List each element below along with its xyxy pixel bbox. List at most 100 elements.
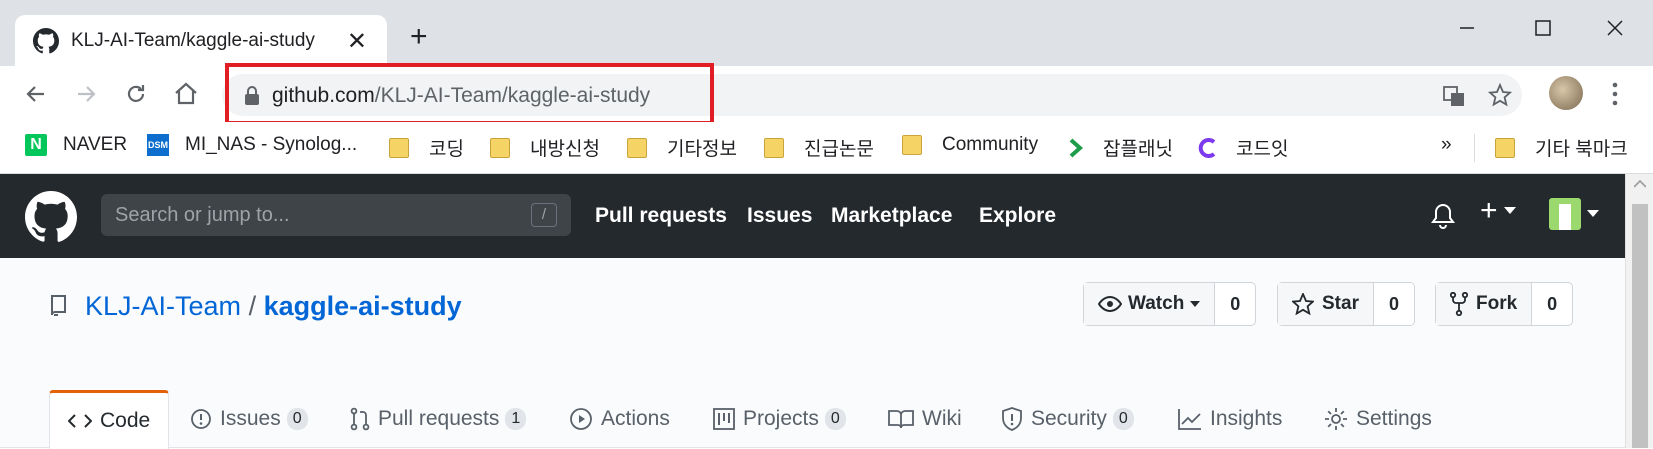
- bookmark-jingeup[interactable]: 진급논문: [764, 134, 874, 161]
- github-search-input[interactable]: Search or jump to... /: [101, 194, 571, 236]
- repo-owner-link[interactable]: KLJ-AI-Team: [85, 291, 241, 321]
- shield-icon: [1002, 407, 1022, 431]
- nav-pull-requests[interactable]: Pull requests: [595, 204, 727, 228]
- user-avatar: [1549, 198, 1581, 230]
- watch-label: Watch: [1128, 293, 1185, 314]
- tab-insights[interactable]: Insights: [1178, 390, 1282, 448]
- forward-button[interactable]: [66, 66, 106, 122]
- graph-icon: [1178, 409, 1201, 430]
- tab-label: Wiki: [922, 407, 962, 430]
- folder-icon: [627, 137, 647, 158]
- create-new-dropdown[interactable]: +: [1480, 196, 1516, 226]
- tab-security[interactable]: Security 0: [1001, 390, 1134, 448]
- issue-icon: [191, 409, 211, 429]
- nav-explore[interactable]: Explore: [979, 204, 1056, 228]
- bookmark-gitajeongbo[interactable]: 기타정보: [627, 134, 737, 161]
- jobplanet-icon: [1069, 138, 1084, 157]
- browser-titlebar: KLJ-AI-Team/kaggle-ai-study ✕ +: [0, 0, 1653, 66]
- repo-title: KLJ-AI-Team / kaggle-ai-study: [85, 291, 462, 322]
- bookmark-community[interactable]: Community: [902, 134, 1038, 156]
- user-menu-dropdown[interactable]: [1549, 198, 1599, 230]
- tab-issues[interactable]: Issues 0: [190, 390, 308, 448]
- bookmark-label: NAVER: [63, 134, 128, 155]
- folder-icon: [490, 137, 510, 158]
- reload-button[interactable]: [116, 66, 156, 122]
- tab-close-button[interactable]: ✕: [347, 27, 367, 56]
- notification-bell-icon[interactable]: [1430, 202, 1456, 230]
- tab-title: KLJ-AI-Team/kaggle-ai-study: [71, 29, 315, 51]
- tab-code[interactable]: Code: [49, 390, 170, 449]
- bookmark-star-icon[interactable]: [1488, 83, 1512, 107]
- book-icon: [888, 410, 914, 429]
- bookmarks-overflow-button[interactable]: »: [1441, 134, 1452, 156]
- tab-label: Code: [100, 409, 151, 432]
- nav-marketplace[interactable]: Marketplace: [831, 204, 952, 228]
- watch-group: Watch 0: [1083, 282, 1257, 326]
- bookmark-coding[interactable]: 코딩: [389, 134, 464, 161]
- star-label: Star: [1322, 293, 1359, 314]
- projects-count-badge: 0: [824, 408, 846, 430]
- profile-avatar[interactable]: [1549, 76, 1583, 110]
- tab-settings[interactable]: Settings: [1324, 390, 1432, 448]
- other-bookmarks[interactable]: 기타 북마크: [1495, 134, 1628, 161]
- repo-tabs: Code Issues 0 Pull requests 1 Actions Pr…: [0, 390, 1625, 449]
- caret-down-icon: [1503, 207, 1516, 214]
- close-window-button[interactable]: [1585, 8, 1645, 48]
- tab-actions[interactable]: Actions: [569, 390, 670, 448]
- minimize-button[interactable]: [1437, 8, 1497, 48]
- pr-count-badge: 1: [505, 408, 527, 430]
- bookmark-naver[interactable]: N NAVER: [25, 134, 127, 156]
- tab-label: Settings: [1356, 407, 1432, 430]
- watch-count[interactable]: 0: [1215, 283, 1255, 325]
- bookmark-mi-nas[interactable]: DSM MI_NAS - Synolog...: [147, 134, 357, 156]
- home-button[interactable]: [166, 66, 206, 122]
- search-shortcut-key: /: [531, 203, 557, 227]
- tab-label: Actions: [601, 407, 670, 430]
- github-logo-icon[interactable]: [25, 191, 77, 243]
- maximize-button[interactable]: [1513, 8, 1573, 48]
- bookmark-divider: [1474, 134, 1475, 162]
- tab-wiki[interactable]: Wiki: [888, 390, 962, 448]
- repo-header: KLJ-AI-Team / kaggle-ai-study Watch 0 St…: [0, 258, 1625, 449]
- repo-name-link[interactable]: kaggle-ai-study: [264, 291, 462, 321]
- scroll-up-icon[interactable]: [1634, 180, 1646, 188]
- scrollbar-thumb[interactable]: [1632, 204, 1648, 448]
- tab-label: Issues: [220, 407, 281, 430]
- bookmark-label: Community: [942, 134, 1039, 155]
- github-favicon-icon: [33, 27, 59, 53]
- bookmark-label: 코드잇: [1236, 139, 1289, 160]
- plus-icon: +: [1480, 194, 1498, 227]
- new-tab-button[interactable]: +: [410, 22, 428, 52]
- home-icon: [175, 82, 197, 105]
- reload-icon: [127, 85, 145, 102]
- minimize-icon: [1460, 27, 1474, 29]
- watch-button[interactable]: Watch: [1084, 283, 1216, 325]
- star-group: Star 0: [1277, 282, 1415, 326]
- star-icon: [1292, 293, 1314, 315]
- translate-icon[interactable]: [1442, 84, 1466, 108]
- security-count-badge: 0: [1112, 408, 1134, 430]
- bookmark-label: 내방신청: [530, 139, 600, 160]
- nav-issues[interactable]: Issues: [747, 204, 812, 228]
- tab-pull-requests[interactable]: Pull requests 1: [350, 390, 527, 448]
- code-icon: [68, 414, 92, 428]
- maximize-icon: [1535, 20, 1551, 36]
- bookmark-label: 진급논문: [804, 139, 874, 160]
- bookmark-codeit[interactable]: 코드잇: [1198, 134, 1288, 161]
- forward-arrow-icon: [78, 86, 96, 102]
- play-icon: [570, 408, 592, 430]
- fork-button[interactable]: Fork: [1436, 283, 1533, 325]
- bookmark-naebang[interactable]: 내방신청: [490, 134, 600, 161]
- menu-dots-icon[interactable]: [1612, 82, 1618, 106]
- star-count[interactable]: 0: [1374, 283, 1414, 325]
- star-button[interactable]: Star: [1278, 283, 1374, 325]
- browser-tab[interactable]: KLJ-AI-Team/kaggle-ai-study ✕: [15, 15, 387, 66]
- avatar-pattern: [1559, 204, 1571, 230]
- page-scrollbar[interactable]: [1625, 174, 1653, 448]
- tab-projects[interactable]: Projects 0: [713, 390, 846, 448]
- back-button[interactable]: [16, 66, 56, 122]
- repo-icon: [51, 295, 66, 316]
- bookmark-jobplanet[interactable]: 잡플래닛: [1065, 134, 1173, 161]
- bookmark-label: 기타정보: [667, 139, 737, 160]
- fork-count[interactable]: 0: [1532, 283, 1572, 325]
